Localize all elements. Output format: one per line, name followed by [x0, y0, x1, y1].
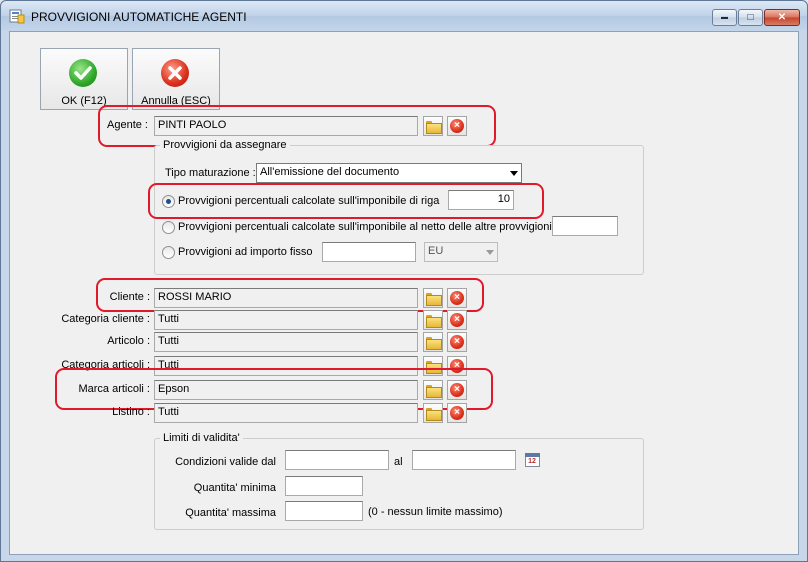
client-category-clear-button[interactable]: ×	[447, 310, 467, 330]
maturation-value: All'emissione del documento	[260, 166, 400, 178]
clear-x-icon: ×	[450, 119, 464, 133]
maximize-button[interactable]: □	[738, 9, 763, 26]
article-browse-button[interactable]	[423, 332, 443, 352]
chevron-down-icon	[486, 250, 494, 255]
minimize-icon: ▬	[721, 14, 728, 21]
client-category-browse-button[interactable]	[423, 310, 443, 330]
dialog-body: OK (F12) Annulla (ESC) Agente : PINTI PA…	[9, 31, 799, 555]
calendar-icon: 12	[524, 453, 540, 467]
article-clear-button[interactable]: ×	[447, 332, 467, 352]
agent-browse-button[interactable]	[423, 116, 443, 136]
client-clear-button[interactable]: ×	[447, 288, 467, 308]
client-browse-button[interactable]	[423, 288, 443, 308]
close-icon: ✕	[777, 12, 787, 23]
radio-percent-row-label: Provvigioni percentuali calcolate sull'i…	[178, 195, 440, 207]
article-field[interactable]: Tutti	[154, 332, 418, 352]
currency-value: EU	[428, 245, 444, 257]
article-label: Articolo :	[107, 335, 150, 347]
clear-x-icon: ×	[450, 383, 464, 397]
radio-percent-net-label: Provvigioni percentuali calcolate sull'i…	[178, 221, 552, 233]
ok-button[interactable]: OK (F12)	[40, 48, 128, 110]
close-button[interactable]: ✕	[764, 9, 800, 26]
max-qty-label: Quantita' massima	[185, 507, 276, 519]
client-category-field[interactable]: Tutti	[154, 310, 418, 330]
min-qty-input[interactable]	[285, 476, 363, 496]
agent-label: Agente :	[107, 119, 148, 131]
client-field[interactable]: ROSSI MARIO	[154, 288, 418, 308]
check-icon	[69, 59, 97, 87]
max-qty-hint: (0 - nessun limite massimo)	[368, 506, 503, 518]
maturation-label: Tipo maturazione :	[165, 167, 256, 179]
maturation-select[interactable]: All'emissione del documento	[256, 163, 522, 183]
window: PROVVIGIONI AUTOMATICHE AGENTI ▬ □ ✕ OK …	[0, 0, 808, 562]
brand-browse-button[interactable]	[423, 380, 443, 400]
calendar-button[interactable]: 12	[522, 450, 542, 470]
cancel-x-icon	[161, 59, 189, 87]
folder-icon	[426, 407, 442, 421]
radio-fixed-amount-label: Provvigioni ad importo fisso	[178, 246, 313, 258]
folder-icon	[426, 314, 442, 328]
valid-from-input[interactable]	[285, 450, 389, 470]
cancel-button[interactable]: Annulla (ESC)	[132, 48, 220, 110]
minimize-button[interactable]: ▬	[712, 9, 737, 26]
clear-x-icon: ×	[450, 291, 464, 305]
folder-icon	[426, 336, 442, 350]
valid-to-label: al	[394, 456, 403, 468]
clear-x-icon: ×	[450, 406, 464, 420]
maximize-icon: □	[747, 12, 754, 23]
agent-clear-button[interactable]: ×	[447, 116, 467, 136]
pricelist-clear-button[interactable]: ×	[447, 403, 467, 423]
min-qty-label: Quantita' minima	[193, 482, 276, 494]
client-category-label: Categoria cliente :	[61, 313, 150, 325]
brand-label: Marca articoli :	[78, 383, 150, 395]
validity-group-title: Limiti di validita'	[160, 432, 243, 444]
title-bar[interactable]: PROVVIGIONI AUTOMATICHE AGENTI ▬ □ ✕	[1, 1, 807, 31]
folder-icon	[426, 292, 442, 306]
fixed-amount-input[interactable]	[322, 242, 416, 262]
radio-fixed-amount[interactable]	[162, 246, 175, 259]
percent-net-input[interactable]	[552, 216, 618, 236]
clear-x-icon: ×	[450, 335, 464, 349]
pricelist-field[interactable]: Tutti	[154, 403, 418, 423]
brand-field[interactable]: Epson	[154, 380, 418, 400]
app-icon	[9, 9, 25, 24]
valid-to-input[interactable]	[412, 450, 516, 470]
currency-select[interactable]: EU	[424, 242, 498, 262]
radio-percent-row[interactable]	[162, 195, 175, 208]
folder-icon	[426, 120, 442, 134]
percent-row-input[interactable]: 10	[448, 190, 514, 210]
pricelist-label: Listino :	[112, 406, 150, 418]
radio-percent-net[interactable]	[162, 221, 175, 234]
commission-group-title: Provvigioni da assegnare	[160, 139, 290, 151]
pricelist-browse-button[interactable]	[423, 403, 443, 423]
clear-x-icon: ×	[450, 313, 464, 327]
window-title: PROVVIGIONI AUTOMATICHE AGENTI	[31, 10, 247, 24]
folder-icon	[426, 384, 442, 398]
chevron-down-icon	[510, 171, 518, 176]
agent-field[interactable]: PINTI PAOLO	[154, 116, 418, 136]
client-label: Cliente :	[109, 291, 150, 303]
valid-from-label: Condizioni valide dal	[175, 456, 276, 468]
max-qty-input[interactable]	[285, 501, 363, 521]
brand-clear-button[interactable]: ×	[447, 380, 467, 400]
